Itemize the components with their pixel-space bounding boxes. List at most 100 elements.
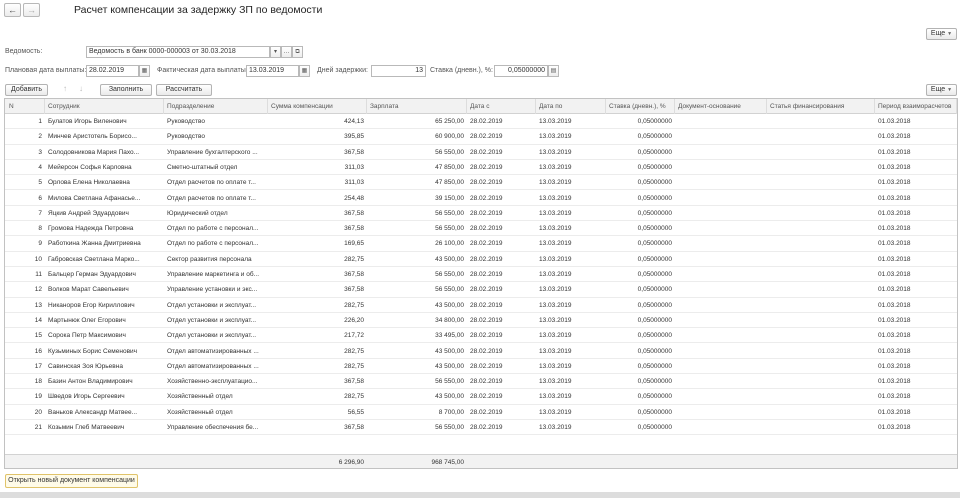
table-row[interactable]: 12 Волков Марат Савельевич Управление уста… xyxy=(5,282,957,298)
table-row[interactable]: 10 Габровская Светлана Марко... Сектор раз… xyxy=(5,252,957,267)
cell-col-financing xyxy=(767,252,875,267)
cell-col-date-to: 13.03.2019 xyxy=(539,424,572,431)
cell-col-n: 2 xyxy=(38,133,42,141)
forward-button[interactable]: → xyxy=(23,3,40,17)
more-button-table[interactable]: Еще ▼ xyxy=(926,84,957,96)
cell-col-financing xyxy=(767,191,875,206)
cell-col-rate: 0,05000000 xyxy=(637,301,672,309)
cell-col-base-document xyxy=(675,129,767,144)
table-row[interactable]: 21 Козьмин Глеб Матвеевич Управление обесп… xyxy=(5,420,957,436)
header-col-employee[interactable]: Сотрудник xyxy=(45,99,164,114)
cell-col-base-document xyxy=(675,344,767,359)
cell-col-date-to: 13.03.2019 xyxy=(539,408,572,416)
table-row[interactable]: 2 Минчев Аристотель Борисо... Руководство 3… xyxy=(5,129,957,145)
table-row[interactable]: 20 Ваньков Александр Матвее... Хозяйственн… xyxy=(5,405,957,420)
table-row[interactable]: 8 Громова Надежда Петровна Отдел по работе… xyxy=(5,221,957,237)
header-col-financing[interactable]: Статья финансирования xyxy=(767,99,875,114)
more-button-top[interactable]: Еще ▼ xyxy=(926,28,957,40)
cell-col-date-from: 28.02.2019 xyxy=(470,378,503,386)
cell-col-compensation: 367,58 xyxy=(344,424,364,431)
calendar-icon[interactable]: ▦ xyxy=(299,65,310,77)
table-row[interactable]: 1 Булатов Игорь Виленович Руководство 424,1… xyxy=(5,114,957,130)
cell-col-salary: 43 500,00 xyxy=(435,347,464,355)
cell-col-date-from: 28.02.2019 xyxy=(470,271,503,278)
table-row[interactable]: 4 Мейерсон Софья Карловна Сметно-штатный о… xyxy=(5,160,957,176)
cell-col-department: Сметно-штатный отдел xyxy=(167,163,238,171)
table-row[interactable]: 16 Кузьминых Борис Семенович Отдел автомат… xyxy=(5,344,957,359)
open-link-icon[interactable]: ⧉ xyxy=(292,46,303,58)
cell-col-compensation: 424,13 xyxy=(344,118,364,125)
cell-col-rate: 0,05000000 xyxy=(637,255,672,263)
cell-col-date-from: 28.02.2019 xyxy=(470,133,503,141)
select-ellipsis-icon[interactable]: … xyxy=(281,46,292,58)
table-row[interactable]: 11 Бальцер Герман Эдуардович Управление ма… xyxy=(5,267,957,283)
statement-field[interactable]: Ведомость в банк 0000-000003 от 30.03.20… xyxy=(86,46,270,58)
cell-col-date-to: 13.03.2019 xyxy=(539,148,572,156)
header-col-department[interactable]: Подразделение xyxy=(164,99,268,114)
cell-col-n: 13 xyxy=(34,301,42,309)
cell-col-salary: 8 700,00 xyxy=(438,408,464,416)
table-row[interactable]: 17 Савинская Зоя Юрьевна Отдел автоматизир… xyxy=(5,359,957,375)
more-label: Еще xyxy=(930,86,946,93)
statement-label: Ведомость: xyxy=(5,48,43,55)
header-col-base-document[interactable]: Документ-основание xyxy=(675,99,767,114)
cell-col-financing xyxy=(767,313,875,328)
cell-col-compensation: 282,75 xyxy=(344,301,364,309)
add-button[interactable]: Добавить xyxy=(5,84,48,96)
cell-col-n: 6 xyxy=(38,194,42,202)
cell-col-financing xyxy=(767,206,875,221)
cell-col-period: 01.03.2018 xyxy=(878,408,911,416)
compensation-table: N Сотрудник Подразделение Сумма компенсации… xyxy=(4,98,958,469)
back-button[interactable]: ← xyxy=(4,3,21,17)
cell-col-financing xyxy=(767,175,875,190)
cell-col-n: 16 xyxy=(34,347,42,355)
calculator-icon[interactable]: ▤ xyxy=(548,65,559,77)
calendar-icon[interactable]: ▦ xyxy=(139,65,150,77)
rate-field[interactable]: 0,05000000 xyxy=(494,65,548,77)
table-row[interactable]: 18 Базин Антон Владимирович Хозяйственно-э… xyxy=(5,374,957,390)
actual-date-field[interactable]: 13.03.2019 xyxy=(246,65,299,77)
table-row[interactable]: 9 Работкина Жанна Дмитриевна Отдел по рабо… xyxy=(5,236,957,252)
header-col-compensation[interactable]: Сумма компенсации xyxy=(268,99,367,114)
cell-col-compensation: 254,48 xyxy=(344,194,364,202)
fill-button[interactable]: Заполнить xyxy=(100,84,152,96)
cell-col-department: Отдел автоматизированных ... xyxy=(167,347,259,355)
table-row[interactable]: 15 Сорока Петр Максимович Отдел установки … xyxy=(5,328,957,344)
cell-col-rate: 0,05000000 xyxy=(637,225,672,233)
table-row[interactable]: 6 Милова Светлана Афанасье... Отдел расчет… xyxy=(5,191,957,206)
bottom-scrollbar[interactable] xyxy=(0,492,960,498)
cell-col-rate: 0,05000000 xyxy=(637,378,672,386)
cell-col-salary: 43 500,00 xyxy=(435,362,464,370)
delay-days-field[interactable]: 13 xyxy=(371,65,426,77)
cell-col-department: Отдел автоматизированных ... xyxy=(167,362,259,370)
table-row[interactable]: 3 Солодовникова Мария Пахо... Управление б… xyxy=(5,145,957,160)
table-row[interactable]: 7 Яцкив Андрей Эдуардович Юридический отде… xyxy=(5,206,957,222)
cell-col-date-from: 28.02.2019 xyxy=(470,301,503,309)
cell-col-date-from: 28.02.2019 xyxy=(470,163,503,171)
calculate-button[interactable]: Рассчитать xyxy=(156,84,212,96)
cell-col-rate: 0,05000000 xyxy=(637,332,672,340)
open-new-compensation-doc-button[interactable]: Открыть новый документ компенсации xyxy=(5,474,138,488)
header-col-salary[interactable]: Зарплата xyxy=(367,99,467,114)
header-col-period[interactable]: Период взаиморасчетов xyxy=(875,99,957,114)
table-row[interactable]: 19 Шведов Игорь Сергеевич Хозяйственный от… xyxy=(5,389,957,405)
header-col-rate[interactable]: Ставка (дневн.), % xyxy=(606,99,675,114)
table-row[interactable]: 14 Мартынюк Олег Егорович Отдел установки … xyxy=(5,313,957,329)
cell-col-salary: 47 850,00 xyxy=(435,179,464,187)
header-col-date-to[interactable]: Дата по xyxy=(536,99,606,114)
header-col-date-from[interactable]: Дата с xyxy=(467,99,536,114)
cell-col-financing xyxy=(767,282,875,297)
cell-col-date-from: 28.02.2019 xyxy=(470,255,503,263)
move-up-icon[interactable]: ↑ xyxy=(63,84,67,93)
cell-col-n: 1 xyxy=(38,118,42,125)
cell-col-compensation: 367,58 xyxy=(344,271,364,278)
cell-col-n: 17 xyxy=(34,362,42,370)
more-label: Еще xyxy=(930,30,946,37)
table-row[interactable]: 5 Орлова Елена Николаевна Отдел расчетов п… xyxy=(5,175,957,191)
header-col-n[interactable]: N xyxy=(5,99,45,114)
table-row[interactable]: 13 Никаноров Егор Кириллович Отдел установ… xyxy=(5,298,957,313)
cell-col-department: Отдел по работе с персонал... xyxy=(167,240,259,248)
planned-date-field[interactable]: 28.02.2019 xyxy=(86,65,139,77)
dropdown-icon[interactable]: ▾ xyxy=(270,46,281,58)
move-down-icon[interactable]: ↓ xyxy=(79,84,83,93)
